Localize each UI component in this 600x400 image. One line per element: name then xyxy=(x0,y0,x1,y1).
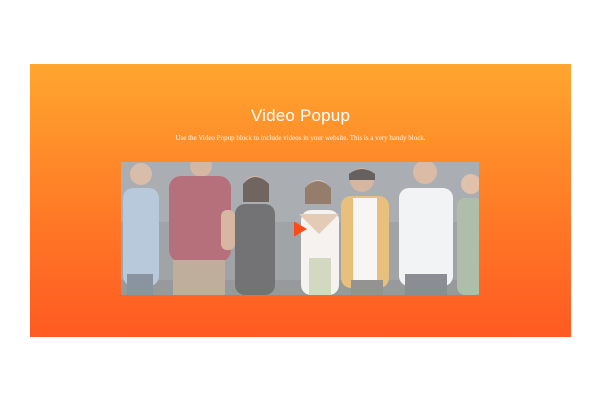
video-thumbnail[interactable] xyxy=(121,162,479,295)
video-popup-section: Video Popup Use the Video Popup block to… xyxy=(30,64,571,337)
section-subtitle: Use the Video Popup block to include vid… xyxy=(175,134,426,142)
play-icon xyxy=(294,221,307,236)
play-button[interactable] xyxy=(291,220,309,238)
section-title: Video Popup xyxy=(250,106,351,125)
